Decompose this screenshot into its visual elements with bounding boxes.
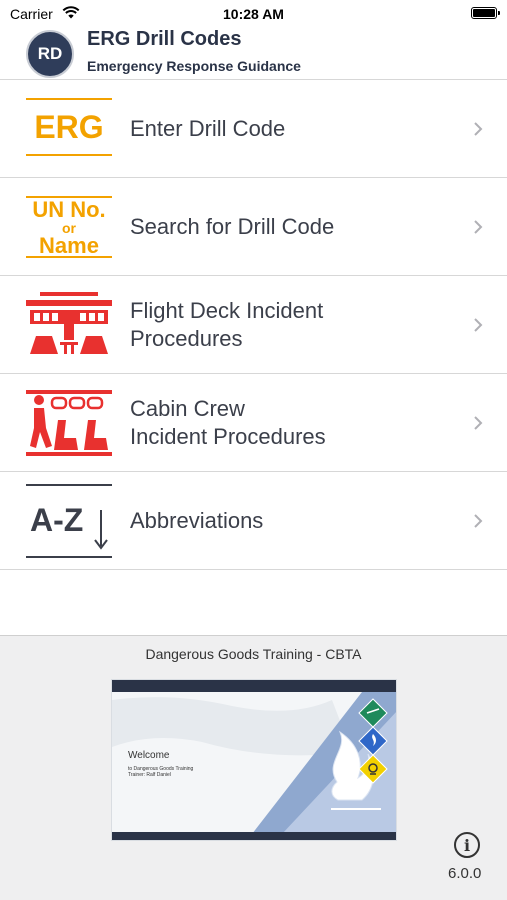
app-header: RD ERG Drill Codes Emergency Response Gu… xyxy=(0,28,507,80)
footer-title: Dangerous Goods Training - CBTA xyxy=(145,646,362,662)
promo-graphic xyxy=(112,692,396,834)
menu-item-label: Cabin Crew Incident Procedures xyxy=(130,395,326,449)
chevron-right-icon xyxy=(474,416,483,430)
main-menu: ERG Enter Drill Code UN No. or Name Sear… xyxy=(0,80,507,570)
a-z-icon-text: A-Z xyxy=(30,502,84,538)
app-subtitle: Emergency Response Guidance xyxy=(87,58,301,74)
menu-item-abbreviations[interactable]: A-Z Abbreviations xyxy=(0,472,507,570)
flight-deck-icon xyxy=(26,292,112,354)
promo-subtitle: to Dangerous Goods Training Trainer: Ral… xyxy=(128,766,194,778)
menu-item-search-drill-code[interactable]: UN No. or Name Search for Drill Code xyxy=(0,178,507,276)
status-time: 10:28 AM xyxy=(223,6,284,22)
status-bar: Carrier 10:28 AM xyxy=(0,0,507,28)
promo-banner[interactable]: Welcome to Dangerous Goods Training Trai… xyxy=(111,679,397,841)
un-no-or-name-icon: UN No. or Name xyxy=(26,196,112,258)
promo-top-bar xyxy=(112,680,396,692)
promo-welcome: Welcome xyxy=(128,750,170,761)
menu-item-cabin-crew[interactable]: Cabin Crew Incident Procedures xyxy=(0,374,507,472)
chevron-right-icon xyxy=(474,514,483,528)
un-icon-line: UN No. xyxy=(32,197,106,222)
menu-item-label: Abbreviations xyxy=(130,507,264,533)
hazard-diamond-yellow-icon xyxy=(358,754,388,784)
hazard-diamond-blue-icon xyxy=(358,726,388,756)
footer-promo-area: Dangerous Goods Training - CBTA Welcome … xyxy=(0,635,507,900)
app-title: ERG Drill Codes xyxy=(87,28,242,50)
chevron-right-icon xyxy=(474,122,483,136)
chevron-right-icon xyxy=(474,220,483,234)
promo-bottom-bar xyxy=(112,832,396,840)
arrow-down-icon xyxy=(94,510,108,550)
battery-icon xyxy=(471,7,500,19)
hazard-diamond-green-icon xyxy=(358,698,388,728)
app-logo: RD xyxy=(26,30,74,78)
erg-icon: ERG xyxy=(26,98,112,156)
menu-item-label: Flight Deck Incident Procedures xyxy=(130,297,324,351)
info-icon[interactable]: i xyxy=(454,832,480,858)
a-z-icon: A-Z xyxy=(26,484,112,558)
chevron-right-icon xyxy=(474,318,483,332)
menu-item-label: Search for Drill Code xyxy=(130,213,335,239)
menu-item-flight-deck[interactable]: Flight Deck Incident Procedures xyxy=(0,276,507,374)
menu-item-label: Enter Drill Code xyxy=(130,115,286,141)
cabin-crew-icon xyxy=(26,390,112,456)
version-label: 6.0.0 xyxy=(448,865,482,882)
un-icon-line: Name xyxy=(39,233,99,258)
menu-item-enter-drill-code[interactable]: ERG Enter Drill Code xyxy=(0,80,507,178)
